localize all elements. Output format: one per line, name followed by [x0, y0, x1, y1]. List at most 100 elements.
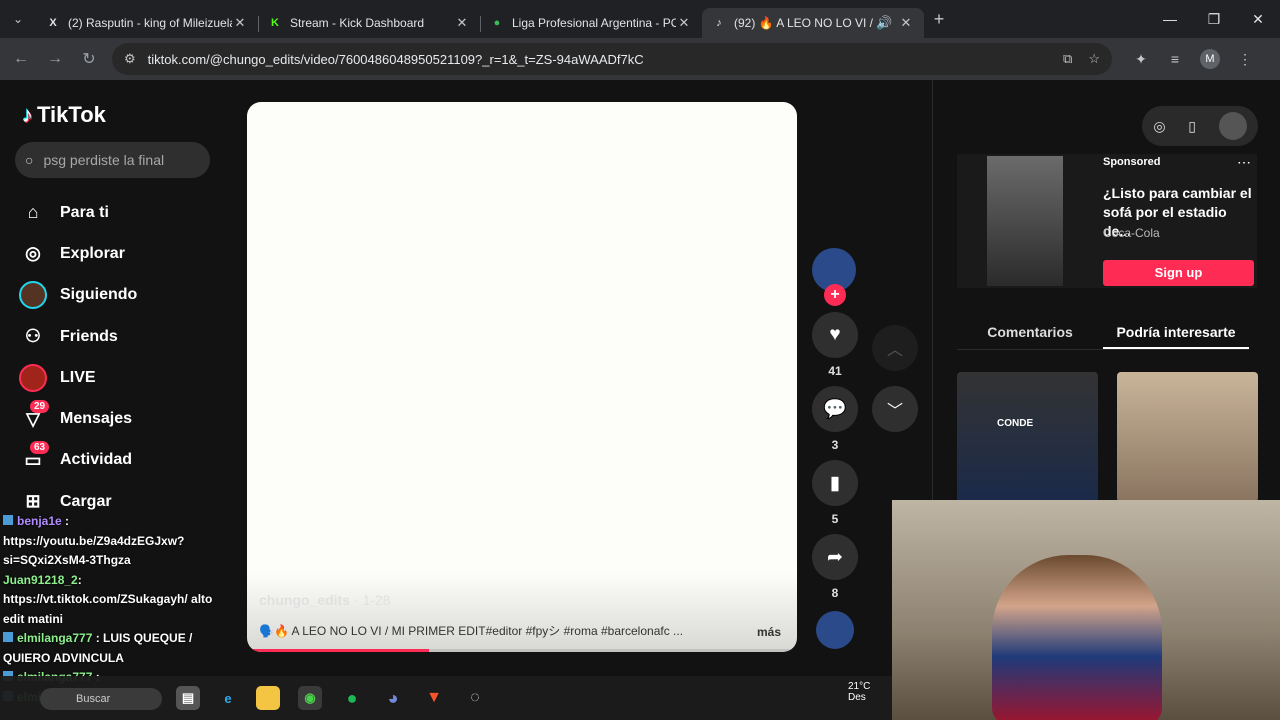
audio-playing-icon[interactable]: 🔊: [876, 15, 892, 31]
window-controls: — ❐ ✕: [1148, 11, 1280, 28]
close-tab-icon[interactable]: ✕: [454, 15, 470, 31]
ad-brand: Coca-Cola: [1103, 226, 1160, 240]
share-count: 8: [831, 586, 839, 600]
tab-comentarios[interactable]: Comentarios: [957, 316, 1103, 349]
more-button[interactable]: más: [757, 625, 781, 639]
chat-username: Juan91218_2: [3, 572, 78, 587]
close-tab-icon[interactable]: ✕: [232, 15, 248, 31]
ad-more-dots-icon[interactable]: ⋯: [1237, 154, 1251, 171]
follow-plus-icon[interactable]: +: [824, 284, 846, 306]
chat-username: benja1e: [17, 514, 62, 528]
media-controls-icon[interactable]: ≡: [1158, 51, 1192, 67]
sidebar-item-label: Friends: [60, 327, 118, 345]
video-player[interactable]: chungo_edits · 1-28 🗣️🔥 A LEO NO LO VI /…: [247, 102, 797, 652]
like-action[interactable]: ♥ 41: [812, 312, 858, 378]
tab-podria-interesarte[interactable]: Podría interesarte: [1103, 316, 1249, 349]
device-icon[interactable]: ▯: [1188, 118, 1196, 135]
browser-tab-3[interactable]: ● Liga Profesional Argentina - PO ✕: [480, 8, 702, 38]
forward-icon[interactable]: →: [38, 50, 72, 68]
weather-temp: 21°C: [848, 681, 871, 692]
weather-label: Des: [848, 692, 866, 703]
sidebar-item-mensajes[interactable]: ▽ 29 Mensajes: [18, 398, 137, 439]
install-app-icon[interactable]: ⧉: [1063, 51, 1072, 67]
maximize-icon[interactable]: ❐: [1192, 11, 1236, 28]
right-panel-tabs: Comentarios Podría interesarte: [957, 316, 1249, 350]
heart-icon[interactable]: ♥: [812, 312, 858, 358]
comment-action[interactable]: 💬 3: [812, 386, 858, 452]
chat-text: :: [77, 572, 82, 587]
windows-taskbar: Buscar ▤ e ◉ ● ◕ ▼ ◌: [0, 676, 892, 720]
address-bar[interactable]: ⚙ tiktok.com/@chungo_edits/video/7600486…: [112, 43, 1112, 75]
sidebar-item-para-ti[interactable]: ⌂ Para ti: [18, 192, 137, 233]
file-explorer-icon[interactable]: [256, 686, 280, 710]
profile-avatar[interactable]: M: [1200, 49, 1220, 69]
video-info-overlay: [247, 572, 797, 652]
suggested-video-thumbnail[interactable]: [1117, 372, 1258, 502]
webcam-overlay: [892, 500, 1280, 720]
tab-title: (2) Rasputin - king of Mileizuela: [68, 16, 232, 30]
extensions-icon[interactable]: ✦: [1124, 51, 1158, 68]
sound-disc-avatar[interactable]: [816, 611, 854, 649]
logo-text: TikTok: [37, 102, 106, 127]
home-icon: ⌂: [27, 202, 39, 223]
sidebar-item-label: Actividad: [60, 451, 133, 469]
sidebar-item-explorar[interactable]: ◎ Explorar: [18, 233, 137, 274]
edge-icon[interactable]: e: [216, 686, 240, 710]
sidebar-item-friends[interactable]: ⚇ Friends: [18, 316, 137, 357]
browser-tab-bar: ⌄ X (2) Rasputin - king of Mileizuela ✕ …: [0, 0, 1280, 38]
sponsored-ad[interactable]: Sponsored ⋯ ¿Listo para cambiar el sofá …: [957, 154, 1257, 288]
new-tab-icon[interactable]: +: [924, 9, 954, 30]
save-count: 5: [831, 512, 839, 526]
suggested-video-thumbnail[interactable]: CONDE: [957, 372, 1098, 502]
video-author[interactable]: chungo_edits · 1-28: [259, 592, 390, 608]
video-progress-bar[interactable]: [247, 649, 797, 652]
obs-icon[interactable]: ◌: [463, 686, 487, 710]
share-action[interactable]: ➦ 8: [812, 534, 858, 600]
browser-tab-4[interactable]: ♪ (92) 🔥 A LEO NO LO VI / 🔊 ✕: [702, 8, 924, 38]
save-action[interactable]: ▮ 5: [812, 460, 858, 526]
url-text[interactable]: tiktok.com/@chungo_edits/video/760048604…: [148, 52, 1047, 67]
discord-icon[interactable]: ◕: [381, 686, 405, 710]
weather-tray[interactable]: 21°C Des: [848, 681, 870, 703]
search-placeholder: psg perdiste la final: [43, 152, 165, 168]
share-arrow-icon[interactable]: ➦: [812, 534, 858, 580]
tab-search-chevron-icon[interactable]: ⌄: [0, 0, 36, 38]
bookmark-star-icon[interactable]: ☆: [1088, 51, 1100, 67]
activity-badge: 63: [30, 441, 50, 455]
site-info-icon[interactable]: ⚙: [124, 51, 136, 67]
close-tab-icon[interactable]: ✕: [676, 15, 692, 31]
messages-icon: ▽ 29: [18, 400, 50, 434]
author-name[interactable]: chungo_edits: [259, 592, 350, 608]
chat-message: Juan91218_2:: [3, 571, 223, 591]
previous-video-chevron-up-icon[interactable]: ︿: [872, 325, 918, 371]
comment-icon[interactable]: 💬: [812, 386, 858, 432]
minimize-icon[interactable]: —: [1148, 11, 1192, 28]
search-input[interactable]: ○ psg perdiste la final: [15, 142, 210, 178]
sidebar-item-actividad[interactable]: ▭ 63 Actividad: [18, 440, 137, 481]
compass-small-icon[interactable]: ◎: [1153, 118, 1165, 135]
reload-icon[interactable]: ↻: [72, 49, 106, 69]
search-icon: ○: [25, 152, 34, 168]
close-tab-icon[interactable]: ✕: [898, 15, 914, 31]
chrome-icon[interactable]: ◉: [298, 686, 322, 710]
spotify-icon[interactable]: ●: [340, 686, 364, 710]
bookmark-icon[interactable]: ▮: [812, 460, 858, 506]
taskbar-search[interactable]: Buscar: [40, 688, 162, 710]
tab-title: Stream - Kick Dashboard: [290, 16, 425, 30]
user-avatar[interactable]: [1218, 112, 1247, 140]
ad-signup-button[interactable]: Sign up: [1103, 260, 1254, 286]
browser-tab-1[interactable]: X (2) Rasputin - king of Mileizuela ✕: [36, 8, 259, 38]
sidebar-item-live[interactable]: LIVE: [18, 357, 137, 398]
video-progress-fill: [247, 649, 429, 652]
back-icon[interactable]: ←: [4, 50, 38, 68]
creator-avatar[interactable]: +: [812, 248, 856, 306]
sidebar-item-siguiendo[interactable]: Siguiendo: [18, 275, 137, 316]
browser-tab-2[interactable]: K Stream - Kick Dashboard ✕: [258, 8, 481, 38]
close-window-icon[interactable]: ✕: [1236, 11, 1280, 28]
brave-icon[interactable]: ▼: [422, 686, 446, 710]
menu-dots-icon[interactable]: ⋮: [1228, 51, 1262, 68]
task-view-icon[interactable]: ▤: [176, 686, 200, 710]
tiktok-logo[interactable]: ♪ TikTok: [22, 102, 106, 128]
next-video-chevron-down-icon[interactable]: ﹀: [872, 386, 918, 432]
ad-thumbnail[interactable]: [987, 156, 1063, 286]
